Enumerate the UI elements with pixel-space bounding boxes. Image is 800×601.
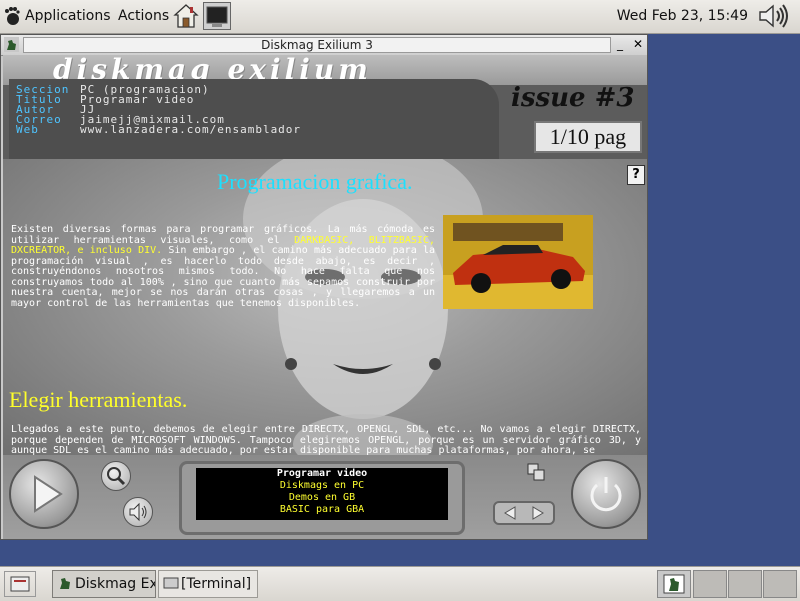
workspace-1[interactable] <box>657 570 691 598</box>
power-icon <box>590 477 622 512</box>
window-titlebar[interactable]: Diskmag Exilium 3 _ ✕ <box>1 35 647 56</box>
close-button[interactable]: ✕ <box>631 37 645 51</box>
window-mode-icon[interactable] <box>525 461 547 483</box>
taskbar-item-label: [Terminal] <box>181 576 252 592</box>
menu-item[interactable]: Demos en GB <box>196 492 448 504</box>
play-button[interactable] <box>9 459 79 529</box>
applications-menu[interactable]: Applications <box>25 8 111 24</box>
search-button[interactable] <box>101 461 131 491</box>
article-paragraph: Llegados a este punto, debemos de elegir… <box>11 424 641 455</box>
issue-menu-screen: Programar video Diskmags en PC Demos en … <box>179 461 465 535</box>
car-illustration-image <box>443 215 593 309</box>
page-navigation <box>493 501 555 525</box>
minimize-button[interactable]: _ <box>613 37 627 51</box>
help-icon[interactable]: ? <box>627 165 645 185</box>
prev-page-icon[interactable] <box>495 503 523 523</box>
terminal-launcher[interactable] <box>203 2 231 30</box>
menu-item[interactable]: BASIC para GBA <box>196 504 448 516</box>
article-paragraph: Existen diversas formas para programar g… <box>11 224 435 309</box>
issue-menu-list: Programar video Diskmags en PC Demos en … <box>196 468 448 520</box>
clock[interactable]: Wed Feb 23, 15:49 <box>617 8 748 24</box>
exit-button[interactable] <box>571 459 641 529</box>
info-key: Web <box>16 123 39 136</box>
window-title: Diskmag Exilium 3 <box>23 37 611 53</box>
top-panel: Applications Actions Wed Feb 23, 15:49 <box>0 0 800 34</box>
article-info-panel: Seccion PC (programacion) Titulo Programar… <box>9 79 499 159</box>
issue-number: issue #3 <box>511 83 635 113</box>
bottom-panel: Diskmag Exili [Terminal] <box>0 566 800 601</box>
info-row: Web www.lanzadera.com/ensamblador <box>16 124 301 135</box>
gnome-foot-icon[interactable] <box>4 6 20 26</box>
taskbar-item-label: Diskmag Exili <box>75 576 155 592</box>
terminal-icon <box>206 6 228 27</box>
dinosaur-app-icon[interactable] <box>4 37 19 52</box>
actions-menu[interactable]: Actions <box>118 8 169 24</box>
page-indicator: 1/10 pag <box>534 121 642 153</box>
taskbar-item-terminal[interactable]: [Terminal] <box>158 570 258 598</box>
home-folder-icon[interactable] <box>172 2 200 30</box>
workspace-2[interactable] <box>693 570 727 598</box>
control-bar: Programar video Diskmags en PC Demos en … <box>3 455 647 539</box>
dinosaur-app-icon <box>663 574 685 594</box>
menu-item-active[interactable]: Programar video <box>196 468 448 480</box>
article-content: ? Programacion grafica. Existen diversas… <box>3 159 647 455</box>
paragraph-text: Sin embargo , el camino más adecuado par… <box>11 245 435 309</box>
terminal-icon <box>163 577 179 589</box>
info-value: www.lanzadera.com/ensamblador <box>80 123 302 136</box>
info-value: Programar video <box>80 93 195 106</box>
section-heading: Programacion grafica. <box>217 169 413 194</box>
section-heading: Elegir herramientas. <box>9 387 188 412</box>
workspace-3[interactable] <box>728 570 762 598</box>
play-icon <box>34 475 63 513</box>
speaker-icon <box>129 502 147 522</box>
volume-icon[interactable] <box>756 2 790 30</box>
diskmag-window: Diskmag Exilium 3 _ ✕ diskmag exilium Se… <box>0 34 648 540</box>
magnifier-icon <box>107 467 126 486</box>
sound-button[interactable] <box>123 497 153 527</box>
menu-item[interactable]: Diskmags en PC <box>196 480 448 492</box>
taskbar-item-diskmag[interactable]: Diskmag Exili <box>52 570 156 598</box>
workspace-4[interactable] <box>763 570 797 598</box>
show-desktop-button[interactable] <box>4 571 36 597</box>
next-page-icon[interactable] <box>525 503 553 523</box>
diskmag-app: diskmag exilium Seccion PC (programacion)… <box>3 55 647 539</box>
show-desktop-icon <box>10 576 30 592</box>
dinosaur-app-icon <box>60 578 70 589</box>
